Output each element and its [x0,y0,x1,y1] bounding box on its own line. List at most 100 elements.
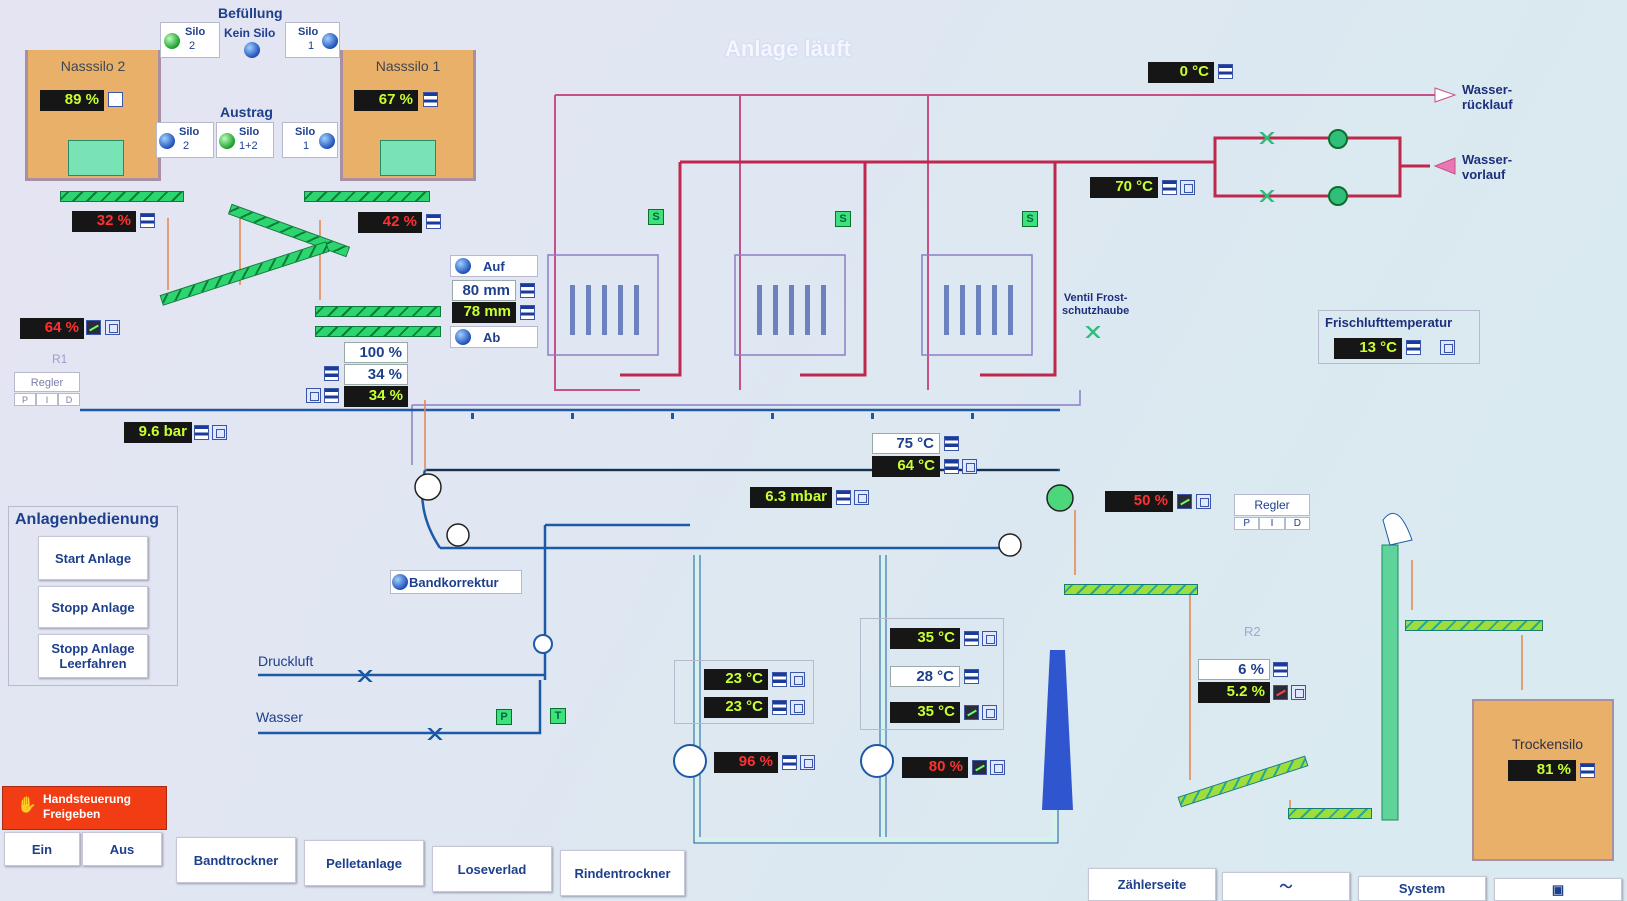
status-dot-icon [322,33,338,49]
valve-icon[interactable] [1256,190,1278,202]
fan-icon[interactable] [860,744,894,778]
temperature-sensor-t[interactable]: T [550,708,566,724]
manual-on-button[interactable]: Ein [4,832,80,866]
pump-icon[interactable] [1328,129,1348,149]
settings-icon[interactable] [1162,180,1177,195]
window-icon[interactable] [990,760,1005,775]
settings-icon[interactable] [944,459,959,474]
settings-icon[interactable] [944,436,959,451]
pid-r2[interactable]: P I D [1234,517,1310,530]
belt-temp-set[interactable]: 75 °C [872,433,940,454]
dry-silo-name: Trockensilo [1512,736,1584,752]
manual-off-button[interactable]: Aus [82,832,162,866]
layer-up-button[interactable]: Auf [450,255,538,277]
belt-correction-button[interactable]: Bandkorrektur [390,570,522,594]
fill-silo-1[interactable]: Silo 1 [285,22,340,58]
window-icon[interactable] [212,425,227,440]
settings-icon[interactable] [520,283,535,298]
window-icon[interactable] [1291,685,1306,700]
fan-left-speed: 96 % [714,752,778,773]
trend-icon[interactable] [972,760,987,775]
heater-coil-icon [757,285,827,335]
nav-loose-loading[interactable]: Loseverlad [432,846,552,892]
trend-icon[interactable] [1273,685,1288,700]
feed-value-2[interactable]: 34 % [344,364,408,385]
r2-setpoint[interactable]: 6 % [1198,659,1270,680]
window-icon[interactable] [1196,494,1211,509]
fill-none[interactable]: Kein Silo [222,22,282,58]
settings-icon[interactable] [520,305,535,320]
settings-icon[interactable] [194,425,209,440]
nav-counter-page[interactable]: Zählerseite [1088,868,1216,901]
settings-icon[interactable] [426,214,441,229]
screw-conveyor [60,191,184,202]
water-supply-label: Wasser- vorlauf [1462,152,1513,182]
start-plant-button[interactable]: Start Anlage [38,536,148,580]
pressure-sensor-p[interactable]: P [496,709,512,725]
valve-icon[interactable] [354,670,376,682]
layer-actual: 78 mm [452,302,516,323]
r2-actual: 5.2 % [1198,682,1270,703]
nav-system[interactable]: System [1358,876,1486,901]
nav-pellet-plant[interactable]: Pelletanlage [304,840,424,886]
nav-bark-dryer[interactable]: Rindentrockner [560,850,685,896]
pump-icon[interactable] [1328,186,1348,206]
settings-icon[interactable] [772,672,787,687]
trend-icon[interactable] [964,705,979,720]
trend-icon[interactable] [1177,494,1192,509]
trend-icon[interactable] [86,320,101,335]
nav-trend[interactable]: 〜 [1222,872,1350,901]
settings-icon[interactable] [1580,763,1595,778]
window-icon[interactable] [1180,180,1195,195]
window-icon[interactable] [306,388,321,403]
discharge-title: Austrag [220,104,273,120]
settings-icon[interactable] [1218,64,1233,79]
window-icon[interactable] [854,490,869,505]
window-icon[interactable] [1440,340,1455,355]
pid-r1[interactable]: P I D [14,393,80,406]
window-icon[interactable] [790,700,805,715]
heater-s-3[interactable]: S [1022,211,1038,227]
regler-r2[interactable]: Regler [1234,494,1310,516]
stop-plant-button[interactable]: Stopp Anlage [38,586,148,628]
pump-icon[interactable] [533,634,553,654]
layer-down-button[interactable]: Ab [450,326,538,348]
settings-icon[interactable] [772,700,787,715]
regler-r1[interactable]: Regler [14,372,80,392]
settings-icon[interactable] [836,490,851,505]
window-icon[interactable] [962,459,977,474]
nav-band-dryer[interactable]: Bandtrockner [176,837,296,883]
valve-icon[interactable] [424,728,446,740]
heater-s-1[interactable]: S [648,209,664,225]
discharge-silo-1-2[interactable]: Silo 1+2 [216,122,274,158]
window-icon[interactable] [982,705,997,720]
settings-icon[interactable] [324,388,339,403]
settings-icon[interactable] [782,755,797,770]
valve-icon[interactable] [1256,132,1278,144]
frost-valve-icon[interactable] [1082,326,1104,338]
nav-extra[interactable]: ▣ [1494,878,1622,901]
window-icon[interactable] [790,672,805,687]
settings-icon[interactable] [324,366,339,381]
fan-right-temp-2[interactable]: 28 °C [890,666,960,687]
heater-s-2[interactable]: S [835,211,851,227]
settings-icon[interactable] [140,213,155,228]
layer-set[interactable]: 80 mm [452,280,516,301]
settings-icon[interactable] [964,669,979,684]
chart-icon[interactable] [108,92,123,107]
feed-value-1[interactable]: 100 % [344,342,408,363]
window-icon[interactable] [105,320,120,335]
discharge-silo-1[interactable]: Silo 1 [282,122,338,158]
fill-silo-2[interactable]: Silo 2 [160,22,220,58]
fan-icon[interactable] [673,744,707,778]
settings-icon[interactable] [1273,662,1288,677]
screw-conveyor [304,191,430,202]
settings-icon[interactable] [423,92,438,107]
window-icon[interactable] [800,755,815,770]
stop-empty-button[interactable]: Stopp Anlage Leerfahren [38,634,148,678]
settings-icon[interactable] [1406,340,1421,355]
discharge-silo-2[interactable]: Silo 2 [156,122,214,158]
pressure-value: 9.6 bar [124,422,192,443]
window-icon[interactable] [982,631,997,646]
settings-icon[interactable] [964,631,979,646]
